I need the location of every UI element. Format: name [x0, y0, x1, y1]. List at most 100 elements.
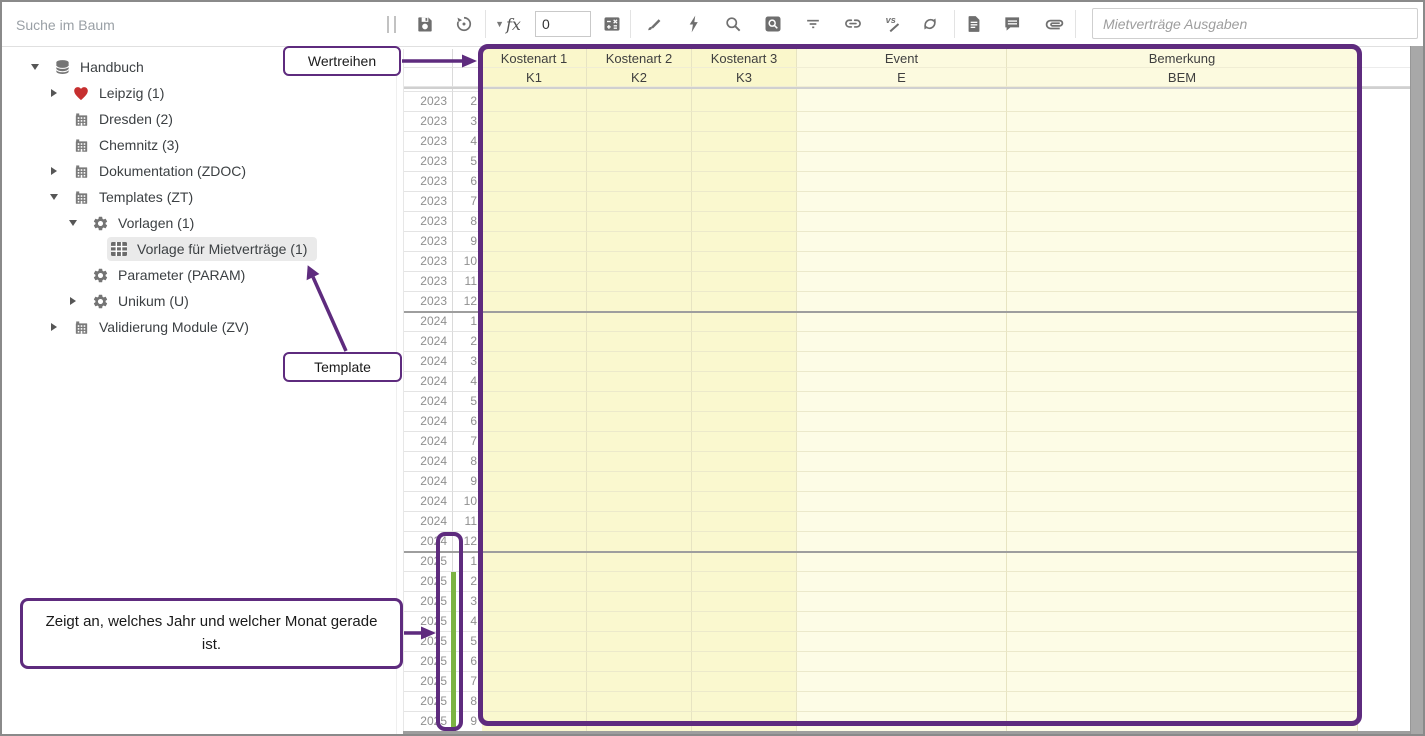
cell-bem-2024-7[interactable]	[1007, 432, 1358, 452]
cell-bem-2023-2[interactable]	[1007, 92, 1358, 112]
cell-k1-2023-2[interactable]	[482, 92, 587, 112]
history-button[interactable]	[446, 6, 482, 42]
cell-k1-2024-1[interactable]	[482, 312, 587, 332]
cell-k3-2024-12[interactable]	[692, 532, 797, 552]
cell-k3-2024-5[interactable]	[692, 392, 797, 412]
tree-item-parameter-param[interactable]: Parameter (PARAM)	[2, 262, 396, 288]
cell-k2-2024-11[interactable]	[587, 512, 692, 532]
row-header-year[interactable]: 2023	[404, 132, 453, 152]
cell-e-2023-10[interactable]	[797, 252, 1007, 272]
cell-k3-2025-7[interactable]	[692, 672, 797, 692]
cell-k3-2025-1[interactable]	[692, 552, 797, 572]
cell-k1-2023-8[interactable]	[482, 212, 587, 232]
row-header-year[interactable]: 2023	[404, 212, 453, 232]
cell-k3-2025-9[interactable]	[692, 712, 797, 732]
cell-bem-2023-5[interactable]	[1007, 152, 1358, 172]
cell-k2-2025-8[interactable]	[587, 692, 692, 712]
cell-k1-2025-9[interactable]	[482, 712, 587, 732]
row-header-month[interactable]: 5	[453, 632, 482, 652]
row-header-year[interactable]: 2023	[404, 112, 453, 132]
cell-k3-2025-2[interactable]	[692, 572, 797, 592]
sheet-name-input[interactable]	[1092, 8, 1418, 39]
cell-e-2025-3[interactable]	[797, 592, 1007, 612]
row-header-month[interactable]: 4	[453, 372, 482, 392]
cell-k2-2025-9[interactable]	[587, 712, 692, 732]
cell-k3-2023-3[interactable]	[692, 112, 797, 132]
column-header-k1[interactable]: Kostenart 1	[482, 49, 587, 68]
tree-item-vorlagen-1[interactable]: Vorlagen (1)	[2, 210, 396, 236]
tree-item-validierung-module-zv[interactable]: Validierung Module (ZV)	[2, 314, 396, 340]
cell-k1-2024-8[interactable]	[482, 452, 587, 472]
cell-e-2023-3[interactable]	[797, 112, 1007, 132]
cell-e-2025-2[interactable]	[797, 572, 1007, 592]
cell-e-2023-9[interactable]	[797, 232, 1007, 252]
row-header-month[interactable]: 11	[453, 272, 482, 292]
cell-k2-2024-3[interactable]	[587, 352, 692, 372]
tree-item-vorlage-für-mietverträge-1[interactable]: Vorlage für Mietverträge (1)	[2, 236, 396, 262]
row-header-month[interactable]: 3	[453, 112, 482, 132]
cell-e-2024-6[interactable]	[797, 412, 1007, 432]
row-header-year[interactable]: 2025	[404, 692, 453, 712]
row-header-year[interactable]: 2025	[404, 612, 453, 632]
cell-e-2023-7[interactable]	[797, 192, 1007, 212]
cell-e-2024-5[interactable]	[797, 392, 1007, 412]
row-header-year[interactable]: 2023	[404, 92, 453, 112]
cell-bem-2023-12[interactable]	[1007, 292, 1358, 312]
cell-k3-2024-7[interactable]	[692, 432, 797, 452]
cell-bem-2023-3[interactable]	[1007, 112, 1358, 132]
cell-bem-2024-11[interactable]	[1007, 512, 1358, 532]
cell-k2-2023-3[interactable]	[587, 112, 692, 132]
cell-k1-2025-3[interactable]	[482, 592, 587, 612]
cell-e-2023-5[interactable]	[797, 152, 1007, 172]
cell-k3-2024-6[interactable]	[692, 412, 797, 432]
cell-k3-2025-8[interactable]	[692, 692, 797, 712]
cell-e-2023-4[interactable]	[797, 132, 1007, 152]
row-header-month[interactable]: 2	[453, 332, 482, 352]
cell-k2-2025-6[interactable]	[587, 652, 692, 672]
tree-item-leipzig-1[interactable]: Leipzig (1)	[2, 80, 396, 106]
row-header-month[interactable]: 6	[453, 412, 482, 432]
calculator-button[interactable]	[594, 6, 630, 42]
cell-e-2024-3[interactable]	[797, 352, 1007, 372]
cell-k2-2023-2[interactable]	[587, 92, 692, 112]
row-header-month[interactable]: 2	[453, 92, 482, 112]
row-header-year[interactable]: 2024	[404, 492, 453, 512]
cell-k2-2024-8[interactable]	[587, 452, 692, 472]
cell-k2-2024-1[interactable]	[587, 312, 692, 332]
cell-k3-2024-3[interactable]	[692, 352, 797, 372]
row-header-month[interactable]: 3	[453, 352, 482, 372]
cell-k2-2023-7[interactable]	[587, 192, 692, 212]
cell-k3-2025-4[interactable]	[692, 612, 797, 632]
cell-e-2024-12[interactable]	[797, 532, 1007, 552]
row-header-year[interactable]: 2023	[404, 232, 453, 252]
row-header-year[interactable]: 2024	[404, 372, 453, 392]
row-header-month[interactable]: 10	[453, 252, 482, 272]
cell-bem-2023-6[interactable]	[1007, 172, 1358, 192]
attachment-button[interactable]	[1036, 6, 1072, 42]
cell-bem-2025-9[interactable]	[1007, 712, 1358, 732]
cell-k2-2025-4[interactable]	[587, 612, 692, 632]
row-header-year[interactable]: 2024	[404, 472, 453, 492]
cell-e-2024-1[interactable]	[797, 312, 1007, 332]
link-button[interactable]	[835, 6, 871, 42]
cell-k1-2023-5[interactable]	[482, 152, 587, 172]
cell-k3-2023-6[interactable]	[692, 172, 797, 192]
cell-k1-2024-3[interactable]	[482, 352, 587, 372]
formula-value-input[interactable]	[535, 11, 591, 37]
save-button[interactable]	[407, 6, 443, 42]
expand-arrow-icon[interactable]	[47, 86, 61, 100]
cell-k2-2024-12[interactable]	[587, 532, 692, 552]
tree-item-templates-zt[interactable]: Templates (ZT)	[2, 184, 396, 210]
cell-bem-2024-2[interactable]	[1007, 332, 1358, 352]
cell-k1-2024-9[interactable]	[482, 472, 587, 492]
cell-k3-2023-10[interactable]	[692, 252, 797, 272]
row-header-year[interactable]: 2024	[404, 312, 453, 332]
cell-k2-2024-7[interactable]	[587, 432, 692, 452]
cell-bem-2023-4[interactable]	[1007, 132, 1358, 152]
cell-e-2024-8[interactable]	[797, 452, 1007, 472]
cell-k1-2025-7[interactable]	[482, 672, 587, 692]
cell-k3-2023-8[interactable]	[692, 212, 797, 232]
vertical-scrollbar[interactable]	[1410, 46, 1424, 734]
column-header-k3[interactable]: Kostenart 3	[692, 49, 797, 68]
cell-k1-2024-5[interactable]	[482, 392, 587, 412]
